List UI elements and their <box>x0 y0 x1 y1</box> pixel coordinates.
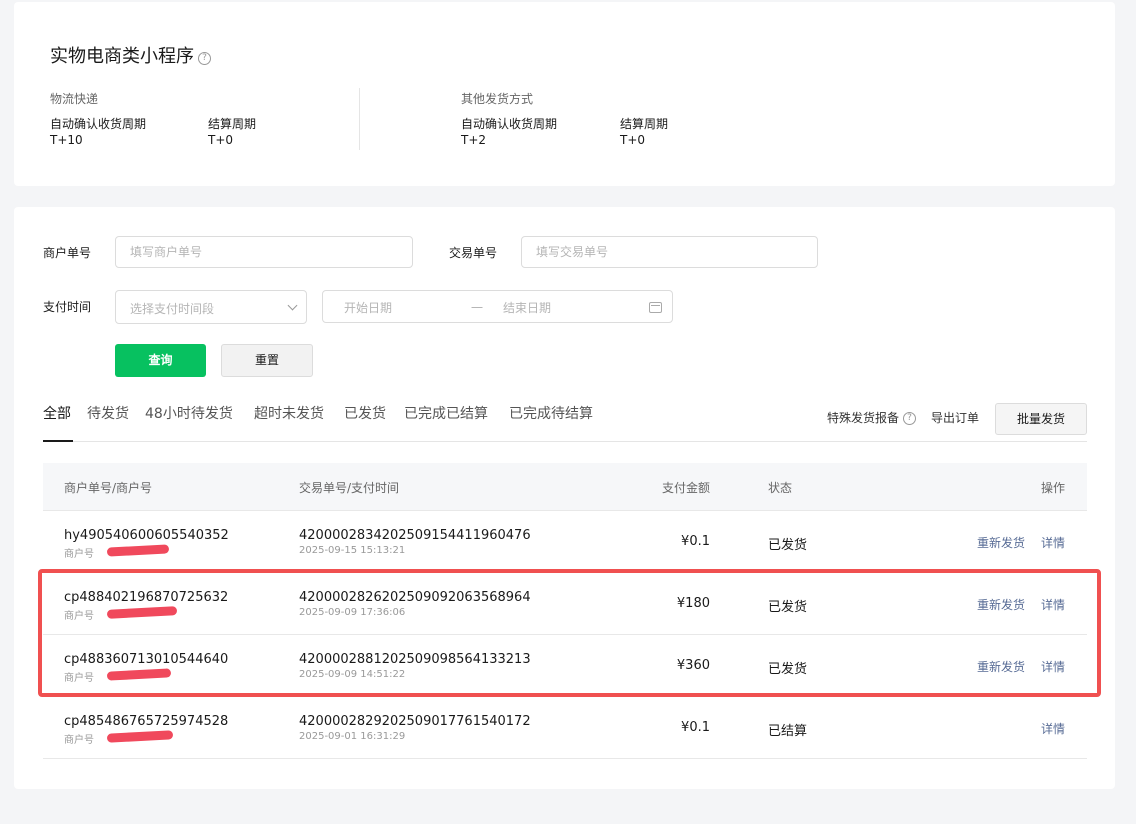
col-trade: 交易单号/支付时间 <box>299 481 400 495</box>
merchant-no: cp485486765725974528 <box>64 714 229 729</box>
amount: ¥360 <box>676 658 710 673</box>
detail-link[interactable]: 详情 <box>1041 658 1065 675</box>
status-text: 已发货 <box>768 662 808 677</box>
search-button[interactable]: 查询 <box>115 344 206 377</box>
amount: ¥0.1 <box>681 534 710 549</box>
merchant-id-label: 商户号 <box>64 611 94 622</box>
pay-time-select-placeholder: 选择支付时间段 <box>130 302 215 316</box>
table-row: cp488402196870725632 商户号 420000282620250… <box>43 573 1087 635</box>
logistics-settle-key: 结算周期 <box>208 117 257 131</box>
merchant-no: cp488360713010544640 <box>64 652 229 667</box>
table-row: cp488360713010544640 商户号 420000288120250… <box>43 635 1087 697</box>
chevron-down-icon <box>287 300 298 311</box>
pay-time: 2025-09-09 14:51:22 <box>299 669 406 680</box>
tab-completed-pending-settle[interactable]: 已完成待结算 <box>509 403 593 423</box>
page-title-text: 实物电商类小程序 <box>50 46 194 67</box>
redaction-mark <box>106 730 174 743</box>
reship-link[interactable]: 重新发货 <box>977 534 1025 551</box>
trade-no: 4200002834202509154411960476 <box>299 528 531 543</box>
col-op: 操作 <box>1040 481 1065 495</box>
trade-no-input[interactable] <box>521 236 818 268</box>
amount: ¥180 <box>676 596 710 611</box>
date-range-separator: 一 <box>471 301 484 315</box>
redaction-mark <box>106 668 172 681</box>
merchant-id-label: 商户号 <box>64 549 94 560</box>
pay-time: 2025-09-09 17:36:06 <box>299 607 406 618</box>
trade-no: 4200002829202509017761540172 <box>299 714 531 729</box>
amount: ¥0.1 <box>681 720 710 735</box>
section-divider <box>359 88 360 150</box>
other-confirm-value: T+2 <box>461 133 487 147</box>
status-text: 已发货 <box>768 600 808 615</box>
tab-overdue[interactable]: 超时未发货 <box>254 403 324 423</box>
special-report-label: 特殊发货报备 <box>827 411 900 425</box>
trade-no: 4200002826202509092063568964 <box>299 590 531 605</box>
detail-link[interactable]: 详情 <box>1041 720 1065 737</box>
date-range-picker[interactable]: 开始日期 一 结束日期 <box>322 290 673 323</box>
other-confirm-key: 自动确认收货周期 <box>461 117 558 131</box>
start-date-placeholder: 开始日期 <box>344 301 393 315</box>
logistics-confirm-key: 自动确认收货周期 <box>50 117 147 131</box>
redaction-mark <box>106 544 170 557</box>
batch-ship-button[interactable]: 批量发货 <box>995 403 1087 435</box>
col-amount: 支付金额 <box>661 481 710 495</box>
pay-time: 2025-09-01 16:31:29 <box>299 731 406 742</box>
trade-no: 4200002881202509098564133213 <box>299 652 531 667</box>
trade-no-label: 交易单号 <box>449 246 498 260</box>
reset-button[interactable]: 重置 <box>221 344 313 377</box>
table-row: hy490540600605540352 商户号 420000283420250… <box>43 511 1087 573</box>
reship-link[interactable]: 重新发货 <box>977 658 1025 675</box>
export-orders-link[interactable]: 导出订单 <box>931 409 979 426</box>
table-row: cp485486765725974528 商户号 420000282920250… <box>43 697 1087 759</box>
col-merchant: 商户单号/商户号 <box>64 481 153 495</box>
logistics-section-label: 物流快递 <box>50 92 99 106</box>
help-icon[interactable]: ? <box>903 412 917 425</box>
table-header: 商户单号/商户号 交易单号/支付时间 支付金额 状态 操作 <box>43 463 1087 511</box>
tab-completed-settled[interactable]: 已完成已结算 <box>404 403 488 423</box>
tab-48h-pending[interactable]: 48小时待发货 <box>145 403 233 423</box>
merchant-no: cp488402196870725632 <box>64 590 229 605</box>
reship-link[interactable]: 重新发货 <box>977 596 1025 613</box>
merchant-no: hy490540600605540352 <box>64 528 229 543</box>
tab-pending-ship[interactable]: 待发货 <box>87 403 129 423</box>
other-settle-key: 结算周期 <box>620 117 669 131</box>
merchant-no-label: 商户单号 <box>43 246 92 260</box>
help-icon[interactable]: ? <box>198 52 211 65</box>
settlement-summary-card: 实物电商类小程序? 物流快递 自动确认收货周期 T+10 结算周期 T+0 其他… <box>14 2 1115 186</box>
other-section-label: 其他发货方式 <box>461 92 534 106</box>
orders-card: 商户单号 交易单号 支付时间 选择支付时间段 开始日期 一 结束日期 查询 重置… <box>14 207 1115 789</box>
merchant-id-label: 商户号 <box>64 673 94 684</box>
end-date-placeholder: 结束日期 <box>503 301 552 315</box>
pay-time-select[interactable]: 选择支付时间段 <box>115 290 307 324</box>
tab-all[interactable]: 全部 <box>43 403 71 423</box>
col-status: 状态 <box>768 481 793 495</box>
tab-shipped[interactable]: 已发货 <box>344 403 386 423</box>
special-report-link[interactable]: 特殊发货报备? <box>827 409 917 426</box>
status-text: 已结算 <box>768 724 808 739</box>
detail-link[interactable]: 详情 <box>1041 534 1065 551</box>
status-text: 已发货 <box>768 538 808 553</box>
logistics-settle-value: T+0 <box>208 133 234 147</box>
other-settle-value: T+0 <box>620 133 646 147</box>
merchant-id-label: 商户号 <box>64 735 94 746</box>
redaction-mark <box>106 606 178 619</box>
detail-link[interactable]: 详情 <box>1041 596 1065 613</box>
calendar-icon <box>649 302 662 313</box>
active-tab-indicator <box>43 440 73 442</box>
pay-time-label: 支付时间 <box>43 300 92 314</box>
tabs-divider <box>43 441 1087 442</box>
pay-time: 2025-09-15 15:13:21 <box>299 545 406 556</box>
page-title: 实物电商类小程序? <box>50 42 211 68</box>
logistics-confirm-value: T+10 <box>50 133 83 147</box>
merchant-no-input[interactable] <box>115 236 413 268</box>
